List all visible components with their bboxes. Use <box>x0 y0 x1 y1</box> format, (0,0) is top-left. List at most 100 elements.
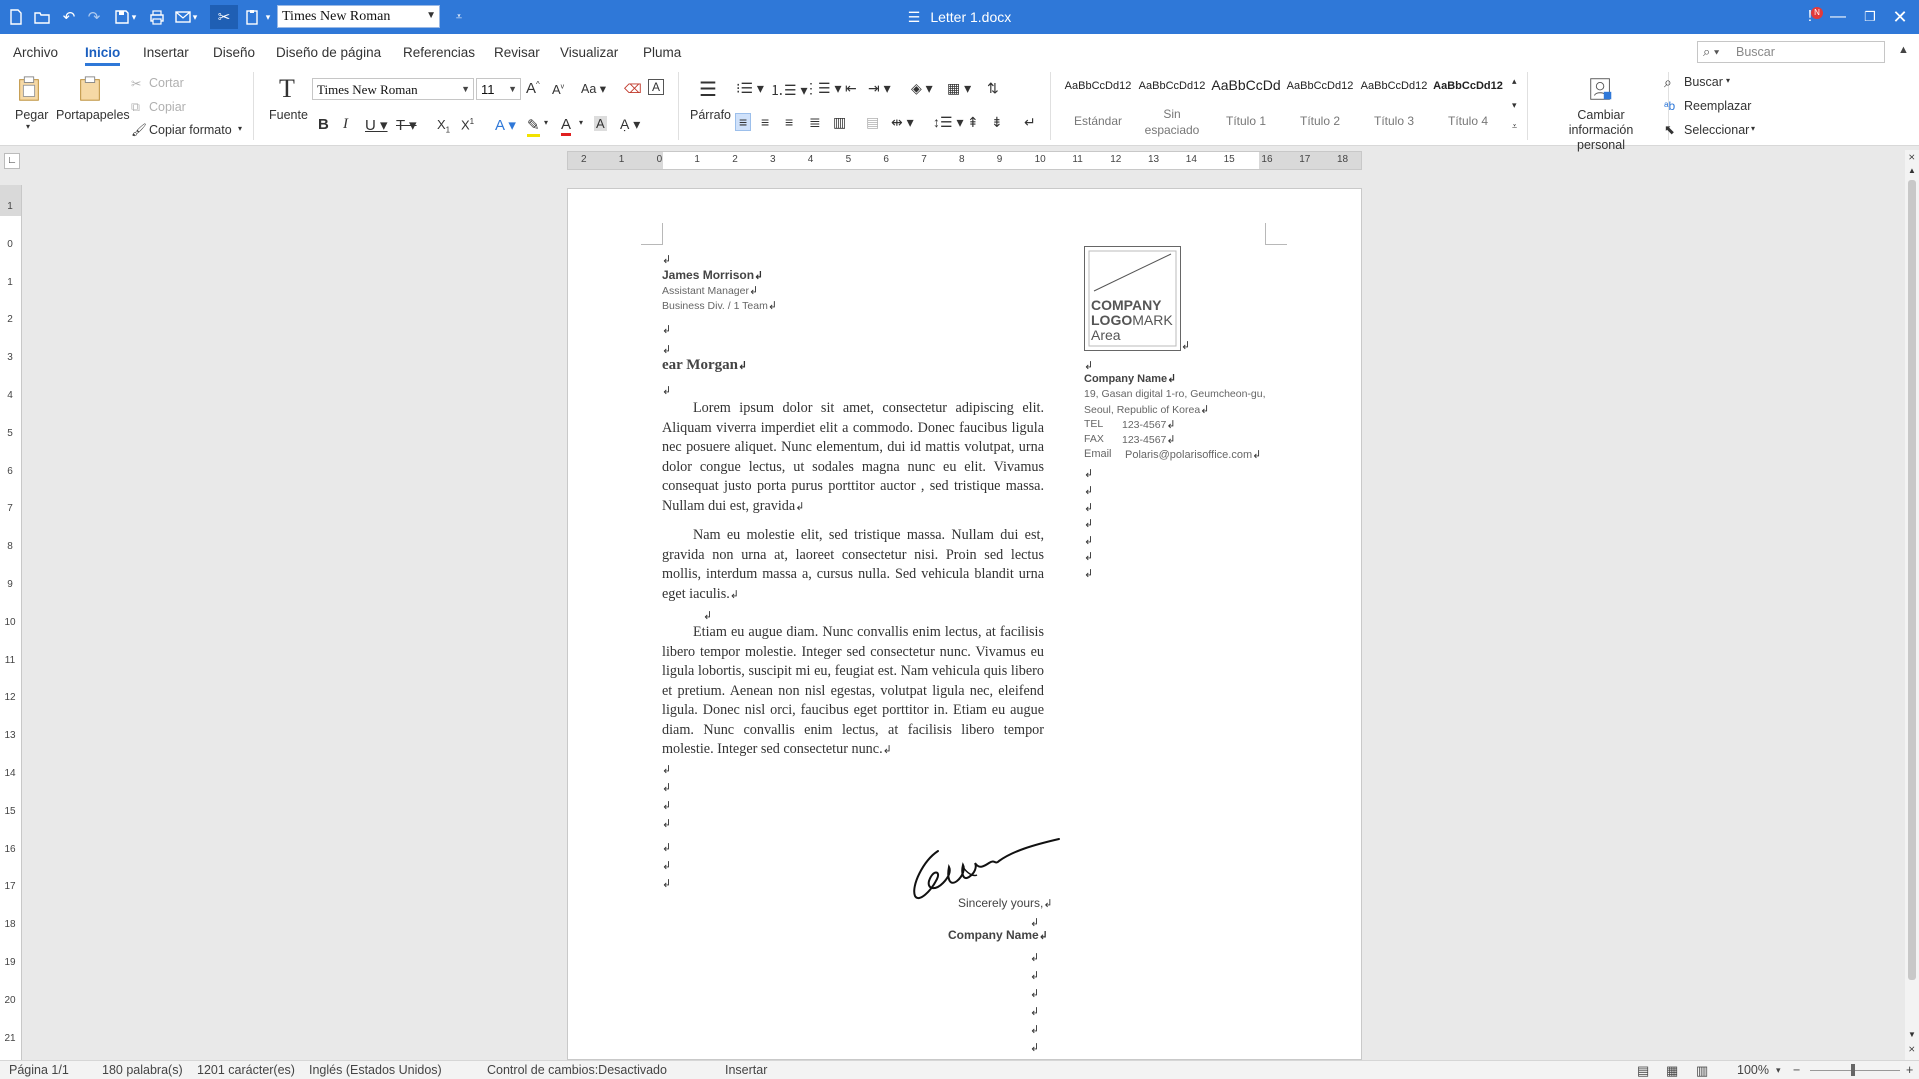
styles-scroll-up-icon[interactable]: ▴ <box>1512 76 1517 87</box>
menu-diseno-pagina[interactable]: Diseño de página <box>276 45 381 60</box>
italic-icon[interactable]: I <box>343 116 348 133</box>
change-case-icon[interactable]: Aa ▾ <box>581 81 606 96</box>
menu-referencias[interactable]: Referencias <box>403 45 475 60</box>
select-dropdown-icon[interactable]: ▾ <box>1751 124 1755 133</box>
zoom-level[interactable]: 100% <box>1737 1063 1769 1077</box>
find-label[interactable]: Buscar <box>1684 75 1723 89</box>
clear-format-icon[interactable]: ⌫ <box>624 81 642 96</box>
strikethrough-icon[interactable]: T ▾ <box>396 116 417 134</box>
personal-info-label[interactable]: Cambiar información personal <box>1544 108 1658 153</box>
company-logo[interactable]: COMPANY LOGOMARK Area <box>1084 246 1181 351</box>
format-painter-icon[interactable]: 🖌 <box>131 123 147 138</box>
select-icon[interactable]: ⬉ <box>1664 122 1675 138</box>
format-painter-label[interactable]: Copiar formato <box>149 123 232 137</box>
font-size-combobox[interactable]: 11 ▼ <box>476 78 521 100</box>
borders-icon[interactable]: ▦ ▾ <box>947 80 971 97</box>
align-left-button[interactable]: ≡ <box>735 113 752 131</box>
document-menu-icon[interactable]: ☰ <box>908 9 921 26</box>
paste-dropdown-icon[interactable]: ▾ <box>26 122 30 131</box>
zoom-slider[interactable] <box>1810 1070 1900 1071</box>
paragraph-mark-icon[interactable]: ↵ <box>1024 114 1036 131</box>
font-color-icon[interactable]: A <box>561 116 572 136</box>
zoom-out-icon[interactable]: − <box>1793 1063 1800 1077</box>
sort-icon[interactable]: ⇅ <box>987 80 999 97</box>
multilevel-list-icon[interactable]: ⋮☰ ▾ <box>804 80 841 97</box>
print-layout-view-icon[interactable]: ▤ <box>1637 1063 1649 1079</box>
status-track-changes[interactable]: Control de cambios:Desactivado <box>487 1063 667 1077</box>
clipboard-icon[interactable] <box>75 74 105 104</box>
space-before-icon[interactable]: ⇞ <box>967 114 979 131</box>
search-input[interactable]: ⌕ ▾ Buscar <box>1697 41 1885 63</box>
reading-view-icon[interactable]: ▥ <box>1696 1063 1708 1079</box>
numbering-icon[interactable]: ⒈☰ ▾ <box>770 80 807 100</box>
next-page-icon[interactable]: ⨯ <box>1908 1044 1916 1055</box>
web-layout-view-icon[interactable]: ▦ <box>1666 1063 1678 1079</box>
close-button[interactable]: ✕ <box>1885 4 1915 30</box>
zoom-in-icon[interactable]: + <box>1906 1063 1913 1077</box>
align-right-button[interactable]: ≡ <box>785 114 793 130</box>
subscript-icon[interactable]: X1 <box>437 117 450 135</box>
find-dropdown-icon[interactable]: ▾ <box>1726 76 1730 85</box>
underline-icon[interactable]: U ▾ <box>365 116 388 134</box>
collapse-ribbon-icon[interactable]: ▲ <box>1898 44 1909 56</box>
menu-inicio[interactable]: Inicio <box>85 45 121 66</box>
font-dialog-icon[interactable]: T <box>272 74 302 104</box>
tab-stop-selector[interactable]: ∟ <box>4 153 20 169</box>
style-estandar[interactable]: Estándar <box>1061 113 1135 129</box>
notification-icon[interactable]: ! N <box>1795 4 1825 30</box>
style-titulo2[interactable]: Título 2 <box>1283 113 1357 129</box>
signature-image[interactable] <box>903 831 1063 906</box>
replace-icon[interactable]: ᵃb <box>1664 99 1675 113</box>
style-preview-estandar[interactable]: AaBbCcDd12 <box>1061 80 1135 92</box>
zoom-dropdown-icon[interactable]: ▾ <box>1776 1065 1781 1076</box>
highlight-icon[interactable]: ✎ <box>527 116 540 137</box>
shading-icon[interactable]: ◈ ▾ <box>911 80 933 97</box>
styles-more-icon[interactable]: ⩡ <box>1512 121 1517 132</box>
font-color-dropdown-icon[interactable]: ▾ <box>579 118 583 127</box>
style-titulo4[interactable]: Título 4 <box>1431 113 1505 129</box>
replace-label[interactable]: Reemplazar <box>1684 99 1751 113</box>
paste-label[interactable]: Pegar <box>15 108 48 122</box>
menu-diseno[interactable]: Diseño <box>213 45 255 60</box>
char-spacing-icon[interactable]: Ạ ▾ <box>620 116 640 133</box>
bullets-icon[interactable]: ⁝☰ ▾ <box>736 80 764 97</box>
styles-scroll-down-icon[interactable]: ▾ <box>1512 100 1517 111</box>
highlight-dropdown-icon[interactable]: ▾ <box>544 118 548 127</box>
font-group-label[interactable]: Fuente <box>269 108 308 122</box>
text-effects-icon[interactable]: A ▾ <box>495 116 516 134</box>
menu-archivo[interactable]: Archivo <box>13 45 58 60</box>
bold-icon[interactable]: B <box>318 116 329 133</box>
space-after-icon[interactable]: ⇟ <box>991 114 1003 131</box>
distributed-button[interactable]: ▥ <box>833 114 846 131</box>
style-sin-espaciado[interactable]: Sin espaciado <box>1135 106 1209 138</box>
menu-revisar[interactable]: Revisar <box>494 45 540 60</box>
horizontal-ruler[interactable]: 2 1 0 1 2 3 4 5 6 7 8 9 10 11 12 13 14 15 16 17 18 <box>567 151 1362 170</box>
menu-visualizar[interactable]: Visualizar <box>560 45 618 60</box>
style-preview-titulo3[interactable]: AaBbCcDd12 <box>1357 80 1431 92</box>
scroll-down-icon[interactable]: ▼ <box>1908 1030 1916 1039</box>
zoom-slider-thumb[interactable] <box>1851 1064 1855 1076</box>
grow-font-icon[interactable]: A^ <box>526 80 540 97</box>
select-label[interactable]: Seleccionar <box>1684 123 1749 137</box>
superscript-icon[interactable]: X1 <box>461 117 474 132</box>
restore-button[interactable]: ❐ <box>1855 4 1885 30</box>
increase-indent-icon[interactable]: ⇥ ▾ <box>868 80 891 97</box>
paragraph-group-label[interactable]: Párrafo <box>690 108 731 122</box>
text-direction-icon[interactable]: ⇹ ▾ <box>891 114 914 131</box>
justify-button[interactable]: ≣ <box>809 114 821 131</box>
scroll-thumb[interactable] <box>1908 180 1916 980</box>
line-spacing-icon[interactable]: ↕☰ ▾ <box>933 114 963 131</box>
cut-icon[interactable]: ✂ <box>131 76 141 91</box>
document-page[interactable]: ↲ James Morrison↲ Assistant Manager↲ Bus… <box>567 188 1362 1060</box>
font-name-combobox[interactable]: Times New Roman ▼ <box>312 78 474 100</box>
personal-info-icon[interactable] <box>1586 74 1616 104</box>
status-language[interactable]: Inglés (Estados Unidos) <box>309 1063 442 1077</box>
text-box-icon[interactable]: A <box>648 79 665 95</box>
copy-label[interactable]: Copiar <box>149 100 186 114</box>
menu-pluma[interactable]: Pluma <box>643 45 681 60</box>
paragraph-dialog-icon[interactable]: ☰ <box>693 76 723 102</box>
menu-insertar[interactable]: Insertar <box>143 45 189 60</box>
vertical-scrollbar[interactable]: ⨯ ▲ ▼ ⨯ <box>1905 150 1919 1060</box>
char-shading-icon[interactable]: A <box>594 116 607 131</box>
style-preview-titulo1[interactable]: AaBbCcDd <box>1209 77 1283 93</box>
